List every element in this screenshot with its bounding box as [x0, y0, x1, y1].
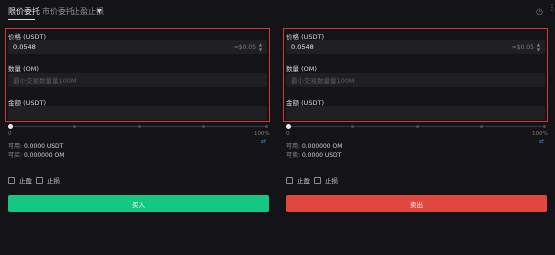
- tab-market-order[interactable]: 市价委托: [42, 6, 74, 17]
- buy-buyable: 可买: 0.000000 OM: [8, 150, 64, 159]
- sell-amount-slider[interactable]: [286, 124, 546, 134]
- sell-price-input[interactable]: 0.0548 ≈$0.05 ▲ ▼: [286, 40, 545, 54]
- buy-available-value: 0.0000 USDT: [23, 143, 64, 150]
- sell-stop-loss-checkbox[interactable]: 止损: [314, 175, 338, 185]
- sell-qty-label: 数量 (OM): [286, 65, 317, 73]
- checkbox-icon: [36, 176, 43, 184]
- sell-qty-placeholder: 最小交易数量量100M: [291, 77, 355, 85]
- stop-loss-label: 止损: [47, 177, 60, 185]
- buy-price-value: 0.0548: [13, 43, 36, 51]
- buy-available-label: 可用:: [8, 143, 23, 150]
- buy-price-stepper[interactable]: ▲ ▼: [259, 42, 262, 52]
- buy-take-profit-checkbox[interactable]: 止盈: [8, 175, 32, 185]
- chevron-down-icon[interactable]: ▼: [97, 8, 102, 15]
- buy-qty-label: 数量 (OM): [8, 65, 39, 73]
- buy-slider-min: 0: [8, 131, 12, 137]
- more-icon[interactable]: ⋮: [548, 3, 555, 12]
- checkbox-icon: [286, 176, 293, 184]
- slider-tick: [543, 125, 546, 128]
- buy-qty-input[interactable]: 最小交易数量量100M: [8, 73, 267, 87]
- sell-sellable-label: 可卖:: [286, 152, 301, 159]
- sell-button[interactable]: 卖出: [286, 195, 547, 212]
- sell-price-value: 0.0548: [291, 43, 314, 51]
- buy-amount-slider[interactable]: [8, 124, 268, 134]
- sell-button-label: 卖出: [410, 200, 423, 209]
- slider-tick: [265, 125, 268, 128]
- sell-slider-max: 100%: [532, 131, 548, 137]
- take-profit-label: 止盈: [19, 177, 32, 185]
- sell-price-fiat: ≈$0.05: [511, 43, 534, 51]
- order-type-tabs: 限价委托 市价委托 止盈止损 ▼ ◷ ⋮: [0, 0, 555, 24]
- buy-buyable-value: 0.000000 OM: [23, 152, 65, 159]
- buy-slider-max: 100%: [254, 131, 270, 137]
- checkbox-icon: [8, 176, 15, 184]
- sell-price-stepper[interactable]: ▲ ▼: [537, 42, 540, 52]
- buy-available: 可用: 0.0000 USDT: [8, 141, 63, 150]
- stop-loss-label: 止损: [325, 177, 338, 185]
- buy-buyable-label: 可买:: [8, 152, 23, 159]
- active-tab-indicator: [8, 19, 35, 20]
- buy-stop-loss-checkbox[interactable]: 止损: [36, 175, 60, 185]
- tab-limit-order[interactable]: 限价委托: [8, 6, 40, 17]
- slider-tick: [416, 125, 419, 128]
- buy-button[interactable]: 买入: [8, 195, 269, 212]
- slider-tick: [202, 125, 205, 128]
- sell-qty-input[interactable]: 最小交易数量量100M: [286, 73, 545, 87]
- sell-available: 可用: 0.000000 OM: [286, 141, 342, 150]
- sell-sellable: 可卖: 0.0000 USDT: [286, 150, 341, 159]
- slider-tick: [480, 125, 483, 128]
- slider-tick: [138, 125, 141, 128]
- buy-qty-placeholder: 最小交易数量量100M: [13, 77, 77, 85]
- slider-tick: [351, 125, 354, 128]
- sell-amount-input[interactable]: [286, 106, 545, 120]
- sell-take-profit-checkbox[interactable]: 止盈: [286, 175, 310, 185]
- buy-price-fiat: ≈$0.05: [233, 43, 256, 51]
- clock-icon[interactable]: ◷: [536, 7, 543, 16]
- sell-available-label: 可用:: [286, 143, 301, 150]
- sell-sellable-value: 0.0000 USDT: [301, 152, 342, 159]
- buy-amount-input[interactable]: [8, 106, 267, 120]
- buy-button-label: 买入: [132, 200, 145, 209]
- sell-slider-min: 0: [286, 131, 290, 137]
- slider-knob[interactable]: [286, 124, 291, 129]
- slider-knob[interactable]: [8, 124, 13, 129]
- slider-tick: [73, 125, 76, 128]
- take-profit-label: 止盈: [297, 177, 310, 185]
- swap-icon[interactable]: ⇄: [261, 138, 266, 145]
- swap-icon[interactable]: ⇄: [539, 138, 544, 145]
- buy-price-input[interactable]: 0.0548 ≈$0.05 ▲ ▼: [8, 40, 267, 54]
- checkbox-icon: [314, 176, 321, 184]
- sell-available-value: 0.000000 OM: [301, 143, 343, 150]
